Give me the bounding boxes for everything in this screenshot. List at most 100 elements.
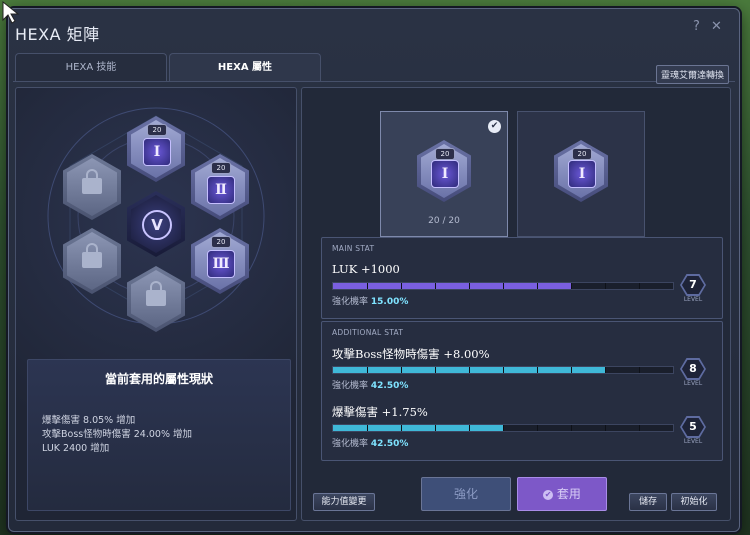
lock-icon	[82, 169, 102, 194]
chance-value: 42.50%	[370, 439, 409, 449]
close-icon[interactable]: ✕	[711, 19, 722, 34]
help-icon[interactable]: ?	[693, 19, 700, 34]
additional-stat-label: ADDITIONAL STAT	[332, 328, 404, 337]
bar-segment-divider	[367, 283, 368, 289]
main-stat-level: 7 LEVEL	[678, 274, 708, 304]
additional-stat-1-value: 攻擊Boss怪物時傷害 +8.00%	[332, 347, 490, 361]
bar-segment-divider	[571, 425, 572, 431]
bar-segment-divider	[503, 367, 504, 373]
stat-core-icon: Ⅰ	[568, 160, 596, 188]
bar-segment-divider	[469, 425, 470, 431]
bar-segment-divider	[537, 283, 538, 289]
bar-segment-divider	[401, 425, 402, 431]
bar-segment-divider	[503, 425, 504, 431]
reset-button[interactable]: 初始化	[671, 493, 717, 511]
chance-label: 強化機率	[332, 297, 369, 307]
bar-segment-divider	[605, 425, 606, 431]
main-stat-progress-bar	[332, 282, 674, 290]
additional-stat-section: ADDITIONAL STAT 攻擊Boss怪物時傷害 +8.00% 強化機率 …	[321, 321, 723, 461]
main-stat-value: LUK +1000	[332, 262, 400, 276]
bar-segment-divider	[469, 283, 470, 289]
card-core-hex: 20 Ⅰ	[554, 140, 608, 202]
status-line: LUK 2400 增加	[42, 443, 110, 454]
stat-core-icon: Ⅰ	[143, 138, 171, 166]
bar-segment-divider	[639, 283, 640, 289]
stat-core-icon: Ⅱ	[207, 176, 235, 204]
chance-value: 15.00%	[370, 297, 409, 307]
lock-icon	[146, 281, 166, 306]
node-level-badge: 20	[435, 148, 455, 160]
node-level-badge: 20	[147, 124, 167, 136]
additional-stat-2-chance: 強化機率 42.50%	[332, 436, 408, 449]
level-hex-frame: 8	[680, 358, 706, 380]
main-stat-progress-fill	[333, 283, 571, 289]
bar-segment-divider	[435, 425, 436, 431]
bar-segment-divider	[401, 283, 402, 289]
bar-segment-divider	[367, 367, 368, 373]
bar-segment-divider	[639, 425, 640, 431]
stat-change-button[interactable]: 能力值變更	[313, 493, 375, 511]
chance-label: 強化機率	[332, 439, 369, 449]
additional-stat-1-chance: 強化機率 42.50%	[332, 378, 408, 391]
stat-core-card-selected[interactable]: ✔ 20 Ⅰ 20 / 20	[380, 111, 508, 237]
bar-segment-divider	[401, 367, 402, 373]
additional-stat-2-level: 5 LEVEL	[678, 416, 708, 446]
enhance-button[interactable]: 強化	[421, 477, 511, 511]
bar-segment-divider	[537, 425, 538, 431]
stat-core-card[interactable]: 20 Ⅰ	[517, 111, 645, 237]
level-value: 7	[682, 276, 704, 294]
additional-stat-2-progress-fill	[333, 425, 503, 431]
tab-hexa-stat[interactable]: HEXA 屬性	[169, 53, 321, 82]
status-title: 當前套用的屬性現狀	[104, 372, 213, 386]
current-stat-status: 當前套用的屬性現狀 爆擊傷害 8.05% 增加 攻擊Boss怪物時傷害 24.0…	[27, 359, 291, 511]
bar-segment-divider	[537, 367, 538, 373]
window-title: HEXA 矩陣	[15, 25, 100, 44]
level-hex-frame: 7	[680, 274, 706, 296]
main-stat-section: MAIN STAT LUK +1000 強化機率 15.00% 7 LEVEL	[321, 237, 723, 319]
main-stat-label: MAIN STAT	[332, 244, 375, 253]
level-value: 5	[682, 418, 704, 436]
soul-erda-convert-button[interactable]: 靈魂艾爾達轉換	[655, 65, 729, 84]
bar-segment-divider	[639, 367, 640, 373]
check-circle-icon: ✔	[543, 489, 554, 500]
bar-segment-divider	[605, 283, 606, 289]
additional-stat-1-level: 8 LEVEL	[678, 358, 708, 388]
bar-segment-divider	[435, 367, 436, 373]
level-hex-frame: 5	[680, 416, 706, 438]
hexa-matrix-window: HEXA 矩陣 ? ✕ HEXA 技能 HEXA 屬性 靈魂艾爾達轉換 20 Ⅰ…	[8, 8, 740, 532]
node-level-badge: 20	[211, 162, 231, 174]
bar-segment-divider	[571, 367, 572, 373]
stat-core-icon: Ⅰ	[431, 160, 459, 188]
node-level-badge: 20	[211, 236, 231, 248]
mouse-cursor-icon	[2, 0, 20, 24]
level-label: LEVEL	[683, 296, 703, 303]
apply-button[interactable]: ✔ 套用	[517, 477, 607, 511]
check-icon: ✔	[488, 120, 501, 133]
additional-stat-1-progress-bar	[332, 366, 674, 374]
status-line: 攻擊Boss怪物時傷害 24.00% 增加	[42, 429, 192, 440]
bar-segment-divider	[605, 367, 606, 373]
save-button[interactable]: 儲存	[629, 493, 667, 511]
main-stat-chance: 強化機率 15.00%	[332, 294, 408, 307]
bar-segment-divider	[469, 367, 470, 373]
chance-value: 42.50%	[370, 381, 409, 391]
level-label: LEVEL	[683, 380, 703, 387]
tab-divider	[13, 81, 735, 82]
bar-segment-divider	[571, 283, 572, 289]
stat-core-icon: Ⅲ	[207, 250, 235, 278]
bar-segment-divider	[367, 425, 368, 431]
level-label: LEVEL	[683, 438, 703, 445]
tab-hexa-skill[interactable]: HEXA 技能	[15, 53, 167, 82]
additional-stat-2-progress-bar	[332, 424, 674, 432]
node-level-badge: 20	[572, 148, 592, 160]
apply-label: 套用	[556, 487, 581, 501]
level-value: 8	[682, 360, 704, 378]
v-core-icon: V	[142, 210, 172, 240]
chance-label: 強化機率	[332, 381, 369, 391]
bar-segment-divider	[435, 283, 436, 289]
bar-segment-divider	[503, 283, 504, 289]
core-level-count: 20 / 20	[428, 216, 460, 226]
card-core-hex: 20 Ⅰ	[417, 140, 471, 202]
additional-stat-2-value: 爆擊傷害 +1.75%	[332, 405, 428, 419]
lock-icon	[82, 243, 102, 268]
